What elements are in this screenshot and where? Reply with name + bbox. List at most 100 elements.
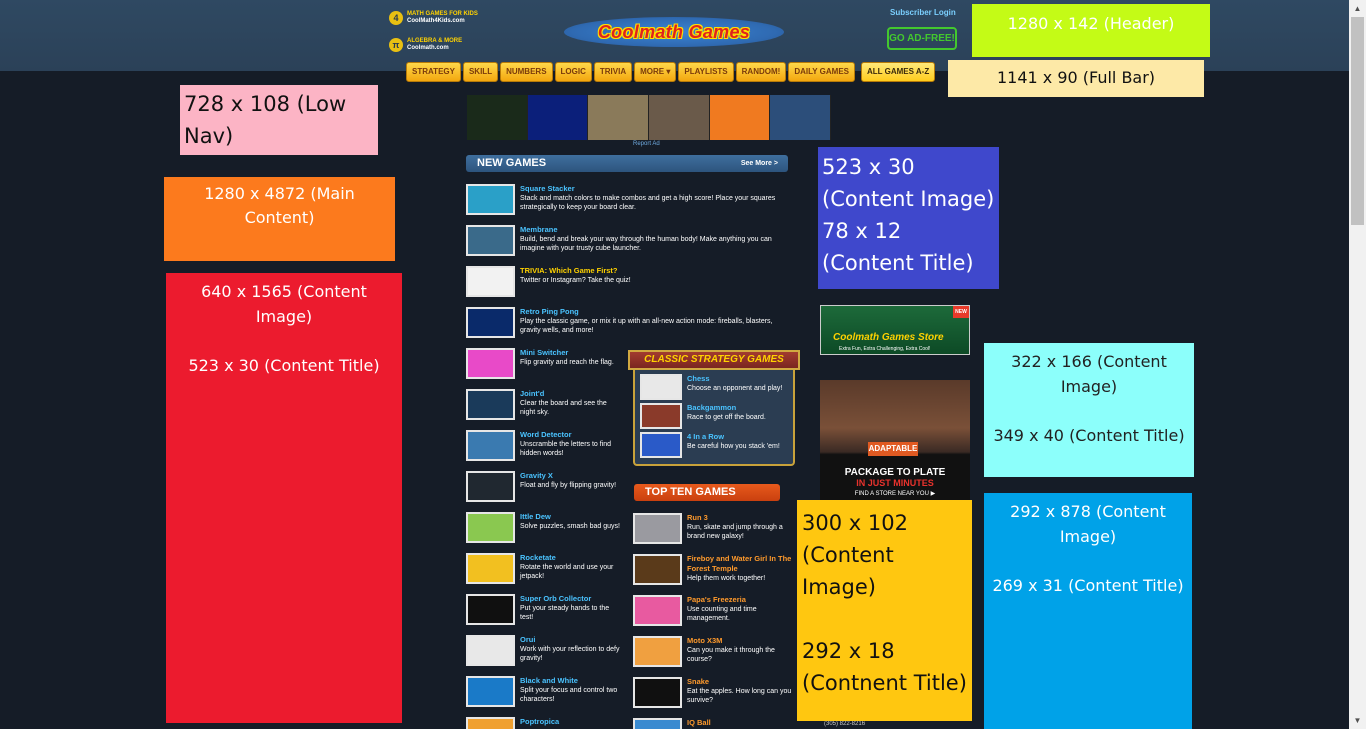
nav-daily-games[interactable]: DAILY GAMES (788, 62, 855, 82)
new-game-title[interactable]: Word Detector (520, 430, 620, 440)
new-game-thumbnail[interactable] (466, 430, 515, 461)
new-game-title[interactable]: Square Stacker (520, 184, 790, 194)
nav-logic[interactable]: LOGIC (554, 62, 592, 82)
go-ad-free-button[interactable]: GO AD-FREE! (887, 27, 957, 50)
top-ten-item[interactable]: IQ Ball (633, 718, 797, 729)
new-game-item[interactable]: Rocketate Rotate the world and use your j… (466, 553, 620, 584)
new-game-thumbnail[interactable] (466, 676, 515, 707)
strategy-thumbnail[interactable] (640, 374, 682, 400)
new-game-title[interactable]: Retro Ping Pong (520, 307, 790, 317)
nav-skill[interactable]: SKILL (462, 62, 499, 82)
new-game-item[interactable]: Ittle Dew Solve puzzles, smash bad guys! (466, 512, 620, 543)
new-game-item[interactable]: Gravity X Float and fly by flipping gravi… (466, 471, 620, 502)
top-ten-item[interactable]: Snake Eat the apples. How long can you su… (633, 677, 797, 708)
ad-strip-tile[interactable] (709, 95, 771, 140)
top-ad-strip[interactable] (467, 95, 832, 140)
new-game-item[interactable]: Square Stacker Stack and match colors to … (466, 184, 790, 215)
new-game-title[interactable]: TRIVIA: Which Game First? (520, 266, 790, 276)
nav-trivia[interactable]: TRIVIA (593, 62, 633, 82)
nav-random[interactable]: RANDOM! (735, 62, 787, 82)
ad-strip-tile[interactable] (649, 95, 710, 140)
new-game-title[interactable]: Ittle Dew (520, 512, 620, 522)
new-game-thumbnail[interactable] (466, 184, 515, 215)
new-game-thumbnail[interactable] (466, 348, 515, 379)
new-game-title[interactable]: Mini Switcher (520, 348, 620, 358)
new-game-thumbnail[interactable] (466, 553, 515, 584)
ad-strip-tile[interactable] (467, 95, 528, 140)
new-game-title[interactable]: Joint'd (520, 389, 620, 399)
top-ten-title[interactable]: IQ Ball (687, 718, 797, 728)
new-game-thumbnail[interactable] (466, 307, 515, 338)
coolmath-tagline: ALGEBRA & MORE (407, 38, 463, 44)
new-game-item[interactable]: Super Orb Collector Put your steady hands… (466, 594, 620, 625)
top-ten-thumbnail[interactable] (633, 636, 682, 667)
new-game-item[interactable]: Joint'd Clear the board and see the night… (466, 389, 620, 420)
strategy-title[interactable]: Chess (687, 374, 782, 384)
new-game-thumbnail[interactable] (466, 635, 515, 666)
nav-more[interactable]: MORE ▾ (634, 62, 677, 82)
top-ten-title[interactable]: Snake (687, 677, 797, 687)
new-game-title[interactable]: Rocketate (520, 553, 620, 563)
new-game-title[interactable]: Poptropica (520, 717, 620, 727)
top-ten-title[interactable]: Papa's Freezeria (687, 595, 797, 605)
top-ten-item[interactable]: Fireboy and Water Girl In The Forest Tem… (633, 554, 797, 585)
new-game-thumbnail[interactable] (466, 471, 515, 502)
new-game-title[interactable]: Orui (520, 635, 620, 645)
top-ten-item[interactable]: Moto X3M Can you make it through the cour… (633, 636, 797, 667)
see-more-link[interactable]: See More > (741, 155, 778, 172)
top-ten-title[interactable]: Fireboy and Water Girl In The Forest Tem… (687, 554, 797, 574)
site-logo[interactable]: Coolmath Games (564, 17, 784, 47)
new-game-item[interactable]: Mini Switcher Flip gravity and reach the … (466, 348, 620, 379)
new-game-item[interactable]: TRIVIA: Which Game First? Twitter or Inst… (466, 266, 790, 297)
new-game-thumbnail[interactable] (466, 389, 515, 420)
new-game-item[interactable]: Orui Work with your reflection to defy gr… (466, 635, 620, 666)
top-ten-thumbnail[interactable] (633, 554, 682, 585)
top-ten-thumbnail[interactable] (633, 595, 682, 626)
new-game-item[interactable]: Membrane Build, bend and break your way t… (466, 225, 790, 256)
new-game-title[interactable]: Membrane (520, 225, 790, 235)
scrollbar-thumb[interactable] (1351, 17, 1364, 225)
new-game-thumbnail[interactable] (466, 266, 515, 297)
scroll-down-arrow-icon[interactable]: ▼ (1349, 712, 1366, 729)
nav-strategy[interactable]: STRATEGY (406, 62, 461, 82)
strategy-title[interactable]: Backgammon (687, 403, 766, 413)
new-game-item[interactable]: Poptropica (466, 717, 620, 729)
nav-all-games[interactable]: ALL GAMES A-Z (861, 62, 936, 82)
ad-strip-tile[interactable] (527, 95, 589, 140)
strategy-thumbnail[interactable] (640, 403, 682, 429)
nav-numbers[interactable]: NUMBERS (500, 62, 553, 82)
top-ten-title[interactable]: Moto X3M (687, 636, 797, 646)
new-game-title[interactable]: Gravity X (520, 471, 620, 481)
overlay-blue-line2: (Content Image) (822, 187, 995, 211)
strategy-item[interactable]: Backgammon Race to get off the board. (640, 403, 766, 429)
nav-playlists[interactable]: PLAYLISTS (678, 62, 734, 82)
coolmath-link[interactable]: π ALGEBRA & MORE Coolmath.com (389, 38, 462, 52)
coolmath4kids-link[interactable]: 4 MATH GAMES FOR KIDS CoolMath4Kids.com (389, 11, 478, 25)
ad-strip-tile[interactable] (588, 95, 650, 140)
new-game-item[interactable]: Word Detector Unscramble the letters to f… (466, 430, 620, 461)
new-game-title[interactable]: Black and White (520, 676, 620, 686)
scroll-up-arrow-icon[interactable]: ▲ (1349, 0, 1366, 17)
new-game-thumbnail[interactable] (466, 225, 515, 256)
strategy-thumbnail[interactable] (640, 432, 682, 458)
new-game-item[interactable]: Black and White Split your focus and cont… (466, 676, 620, 707)
new-game-thumbnail[interactable] (466, 512, 515, 543)
new-game-thumbnail[interactable] (466, 594, 515, 625)
strategy-item[interactable]: Chess Choose an opponent and play! (640, 374, 782, 400)
new-game-title[interactable]: Super Orb Collector (520, 594, 620, 604)
strategy-title[interactable]: 4 In a Row (687, 432, 780, 442)
top-ten-title[interactable]: Run 3 (687, 513, 797, 523)
top-ten-thumbnail[interactable] (633, 513, 682, 544)
food-ad[interactable]: ADAPTABLE PACKAGE TO PLATE IN JUST MINUT… (820, 380, 970, 500)
top-ten-thumbnail[interactable] (633, 718, 682, 729)
new-game-thumbnail[interactable] (466, 717, 515, 729)
top-ten-item[interactable]: Papa's Freezeria Use counting and time ma… (633, 595, 797, 626)
top-ten-item[interactable]: Run 3 Run, skate and jump through a brand… (633, 513, 797, 544)
ad-strip-tile[interactable] (770, 95, 832, 140)
report-ad-link[interactable]: Report Ad (633, 141, 660, 147)
new-game-item[interactable]: Retro Ping Pong Play the classic game, or… (466, 307, 790, 338)
top-ten-thumbnail[interactable] (633, 677, 682, 708)
subscriber-login-link[interactable]: Subscriber Login (890, 8, 956, 17)
strategy-item[interactable]: 4 In a Row Be careful how you stack 'em! (640, 432, 780, 458)
store-ad[interactable]: NEW Coolmath Games Store Extra Fun, Extr… (820, 305, 970, 355)
